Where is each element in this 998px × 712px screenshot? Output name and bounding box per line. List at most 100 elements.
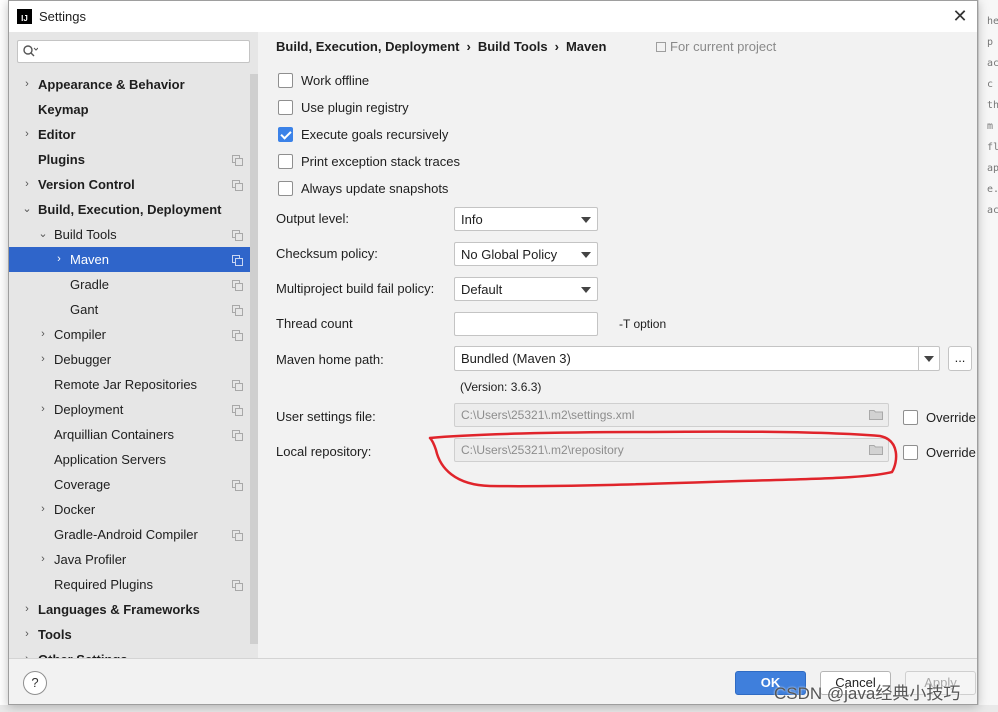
breadcrumb-item-maven: Maven xyxy=(565,39,607,54)
chevron-right-icon[interactable]: › xyxy=(37,397,49,422)
always-update-snapshots-checkbox[interactable] xyxy=(278,180,293,196)
background-editor-text: m xyxy=(987,121,994,132)
project-level-icon xyxy=(232,230,243,241)
chevron-right-icon[interactable]: › xyxy=(21,72,33,97)
project-level-icon xyxy=(232,530,243,541)
user-settings-field: C:\Users\25321\.m2\settings.xml xyxy=(454,403,889,427)
execute-goals-recursively-checkbox[interactable] xyxy=(278,126,293,142)
sidebar-item-maven[interactable]: › Maven xyxy=(9,247,258,272)
user-settings-label: User settings file: xyxy=(276,409,376,424)
project-level-icon xyxy=(232,155,243,166)
sidebar-item-tools[interactable]: › Tools xyxy=(9,622,258,647)
sidebar-item-compiler[interactable]: › Compiler xyxy=(9,322,258,347)
search-icon xyxy=(23,45,38,57)
sidebar-item-build-tools[interactable]: ⌄ Build Tools xyxy=(9,222,258,247)
project-level-icon xyxy=(232,480,243,491)
folder-icon[interactable] xyxy=(869,444,883,455)
work-offline-option[interactable]: Work offline xyxy=(278,71,369,89)
print-exception-stack-traces-label: Print exception stack traces xyxy=(301,153,460,169)
settings-tree: › Appearance & Behavior Keymap › Editor Plugi… xyxy=(9,72,258,658)
sidebar-item-editor[interactable]: › Editor xyxy=(9,122,258,147)
search-box[interactable] xyxy=(17,40,250,63)
chevron-right-icon[interactable]: › xyxy=(37,322,49,347)
local-repository-override-option[interactable]: Override xyxy=(903,443,976,461)
sidebar-item-other-settings[interactable]: › Other Settings xyxy=(9,647,258,658)
sidebar-item-docker[interactable]: › Docker xyxy=(9,497,258,522)
print-exception-stack-traces-option[interactable]: Print exception stack traces xyxy=(278,152,460,170)
chevron-down-icon[interactable]: ⌄ xyxy=(37,222,49,247)
dropdown-arrow-icon xyxy=(924,356,934,362)
sidebar-item-gant[interactable]: Gant xyxy=(9,297,258,322)
sidebar-item-build-execution-deployment[interactable]: ⌄ Build, Execution, Deployment xyxy=(9,197,258,222)
folder-icon[interactable] xyxy=(869,409,883,420)
chevron-right-icon[interactable]: › xyxy=(37,547,49,572)
sidebar-item-label: Version Control xyxy=(38,177,135,192)
sidebar-item-languages-frameworks[interactable]: › Languages & Frameworks xyxy=(9,597,258,622)
search-input[interactable] xyxy=(40,43,240,60)
background-editor-text: c xyxy=(987,79,994,90)
chevron-right-icon[interactable]: › xyxy=(21,597,33,622)
project-level-icon xyxy=(232,580,243,591)
sidebar-item-application-servers[interactable]: Application Servers xyxy=(9,447,258,472)
sidebar-item-remote-jar-repositories[interactable]: Remote Jar Repositories xyxy=(9,372,258,397)
sidebar-item-label: Java Profiler xyxy=(54,552,127,567)
sidebar-item-keymap[interactable]: Keymap xyxy=(9,97,258,122)
project-level-icon xyxy=(232,305,243,316)
thread-count-input[interactable] xyxy=(454,312,598,336)
user-settings-override-checkbox[interactable] xyxy=(903,409,918,425)
breadcrumb-item-build-execution-deployment[interactable]: Build, Execution, Deployment xyxy=(276,39,459,54)
sidebar-item-label: Keymap xyxy=(38,102,89,117)
always-update-snapshots-option[interactable]: Always update snapshots xyxy=(278,179,448,197)
maven-home-value: Bundled (Maven 3) xyxy=(461,351,571,366)
sidebar-item-label: Build, Execution, Deployment xyxy=(38,202,222,217)
sidebar-item-label: Tools xyxy=(38,627,72,642)
chevron-right-icon[interactable]: › xyxy=(21,122,33,147)
chevron-right-icon[interactable]: › xyxy=(37,347,49,372)
maven-home-dropdown[interactable]: Bundled (Maven 3) xyxy=(454,346,940,371)
breadcrumb-item-build-tools[interactable]: Build Tools xyxy=(478,39,548,54)
maven-home-label: Maven home path: xyxy=(276,352,384,367)
breadcrumb-separator: › xyxy=(466,39,471,54)
sidebar-item-deployment[interactable]: › Deployment xyxy=(9,397,258,422)
checksum-policy-dropdown[interactable]: No Global Policy xyxy=(454,242,598,266)
always-update-snapshots-label: Always update snapshots xyxy=(301,180,449,196)
work-offline-label: Work offline xyxy=(301,72,370,88)
sidebar-item-label: Compiler xyxy=(54,327,107,342)
use-plugin-registry-checkbox[interactable] xyxy=(278,99,293,115)
help-button[interactable]: ? xyxy=(23,671,47,695)
project-level-icon xyxy=(232,255,243,266)
sidebar-item-coverage[interactable]: Coverage xyxy=(9,472,258,497)
execute-goals-recursively-option[interactable]: Execute goals recursively xyxy=(278,125,448,143)
chevron-right-icon[interactable]: › xyxy=(21,647,33,658)
sidebar-item-debugger[interactable]: › Debugger xyxy=(9,347,258,372)
background-editor-text: e. xyxy=(987,184,998,195)
use-plugin-registry-option[interactable]: Use plugin registry xyxy=(278,98,409,116)
sidebar-item-plugins[interactable]: Plugins xyxy=(9,147,258,172)
chevron-right-icon[interactable]: › xyxy=(21,172,33,197)
local-repository-override-label: Override xyxy=(926,444,976,460)
chevron-right-icon[interactable]: › xyxy=(37,497,49,522)
chevron-right-icon[interactable]: › xyxy=(21,622,33,647)
local-repository-override-checkbox[interactable] xyxy=(903,444,918,460)
sidebar-item-gradle[interactable]: Gradle xyxy=(9,272,258,297)
sidebar-item-version-control[interactable]: › Version Control xyxy=(9,172,258,197)
output-level-dropdown[interactable]: Info xyxy=(454,207,598,231)
print-exception-stack-traces-checkbox[interactable] xyxy=(278,153,293,169)
sidebar-item-java-profiler[interactable]: › Java Profiler xyxy=(9,547,258,572)
multiproject-fail-policy-dropdown[interactable]: Default xyxy=(454,277,598,301)
project-scope-text: For current project xyxy=(670,39,777,54)
sidebar-item-required-plugins[interactable]: Required Plugins xyxy=(9,572,258,597)
sidebar-scrollbar[interactable] xyxy=(250,74,258,644)
chevron-right-icon[interactable]: › xyxy=(53,247,65,272)
sidebar-item-arquillian-containers[interactable]: Arquillian Containers xyxy=(9,422,258,447)
work-offline-checkbox[interactable] xyxy=(278,72,293,88)
sidebar-item-label: Debugger xyxy=(54,352,112,367)
chevron-down-icon[interactable]: ⌄ xyxy=(21,197,33,222)
user-settings-override-option[interactable]: Override xyxy=(903,408,976,426)
browse-maven-home-button[interactable]: ... xyxy=(948,346,972,371)
sidebar-item-appearance-behavior[interactable]: › Appearance & Behavior xyxy=(9,72,258,97)
close-button[interactable]: ✕ xyxy=(945,1,975,32)
sidebar-item-gradle-android-compiler[interactable]: Gradle-Android Compiler xyxy=(9,522,258,547)
maven-settings-panel: Build, Execution, Deployment › Build Tools… xyxy=(258,32,977,658)
local-repository-value: C:\Users\25321\.m2\repository xyxy=(461,443,624,457)
